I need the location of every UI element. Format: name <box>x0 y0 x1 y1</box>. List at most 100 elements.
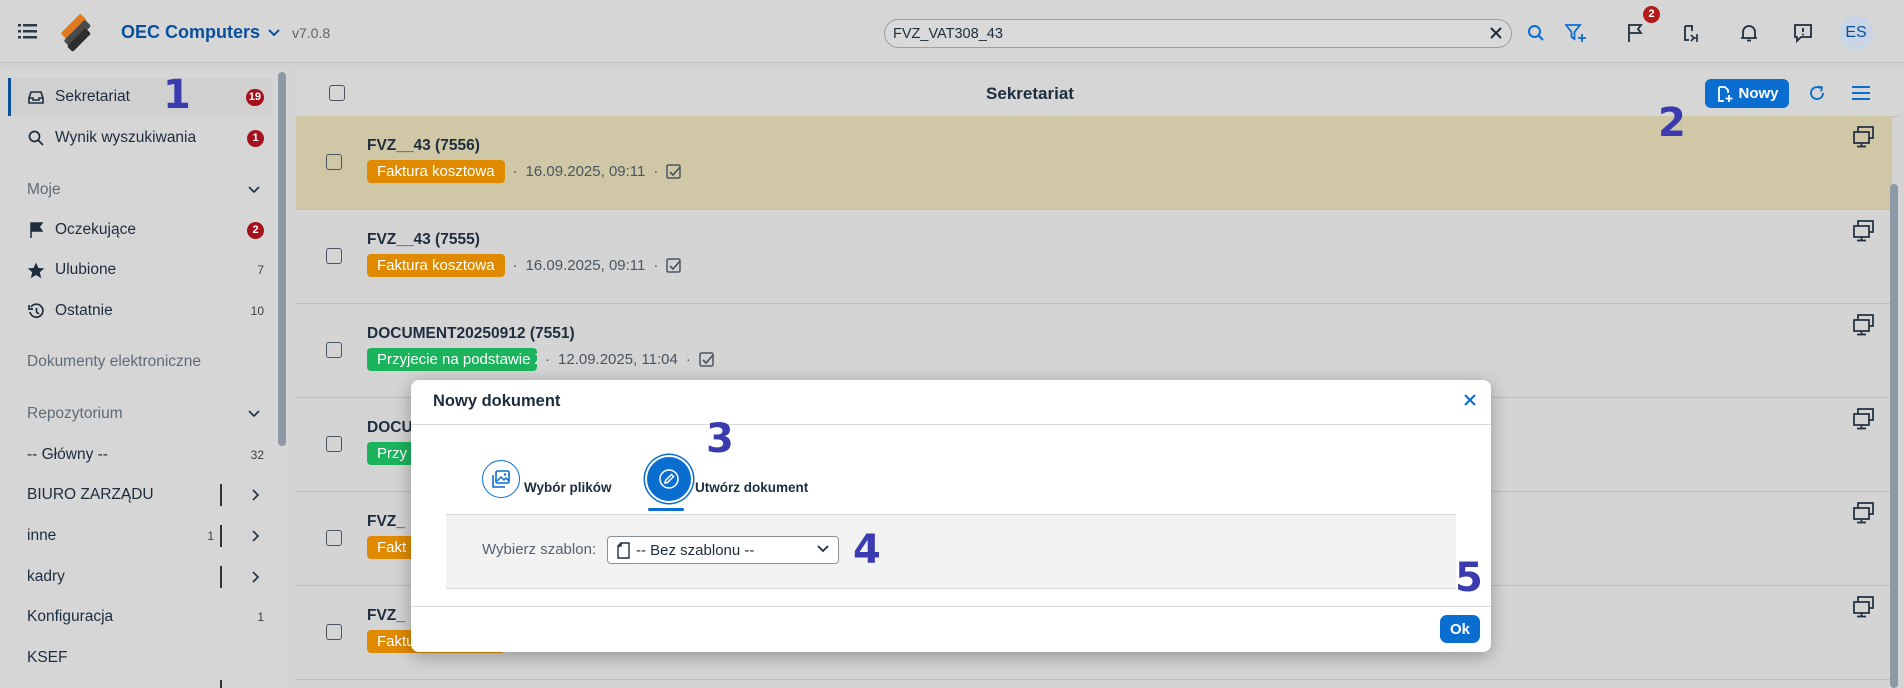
flag-icon[interactable]: 2 <box>1622 6 1660 46</box>
dialog-footer <box>411 606 1491 652</box>
monitor-icon[interactable] <box>1852 314 1876 336</box>
company-selector[interactable]: OEC Computers <box>121 22 280 43</box>
row-checkbox[interactable] <box>326 436 342 452</box>
feedback-icon[interactable] <box>1790 20 1816 46</box>
item-count: 1 <box>207 529 214 543</box>
document-title: DOCUMENT20250912 (7551) <box>367 325 575 342</box>
annotation-number-1: 1 <box>163 72 191 118</box>
dialog-title: Nowy dokument <box>433 392 561 410</box>
tab-wybor-plikow[interactable]: Wybór plików <box>482 460 612 498</box>
checklist-icon <box>666 257 682 274</box>
sidebar-item-ostatnie[interactable]: Ostatnie 10 <box>8 292 272 330</box>
row-checkbox[interactable] <box>326 530 342 546</box>
template-label: Wybierz szablon: <box>482 541 597 558</box>
document-title: DOCU <box>367 419 413 436</box>
monitor-icon[interactable] <box>1852 596 1876 618</box>
sidebar-item-wynik-wyszukiwania[interactable]: Wynik wyszukiwania 1 <box>8 119 272 157</box>
item-count: 10 <box>250 304 264 318</box>
select-all-checkbox[interactable] <box>329 85 345 101</box>
item-count: 1 <box>257 610 264 624</box>
row-checkbox[interactable] <box>326 248 342 264</box>
sidebar-item-konfiguracja[interactable]: Konfiguracja 1 <box>8 598 272 636</box>
search-icon[interactable] <box>1523 20 1549 46</box>
sidebar-item-glowny[interactable]: -- Główny -- 32 <box>8 436 272 474</box>
chevron-right-icon[interactable] <box>252 530 260 542</box>
ok-button[interactable]: Ok <box>1440 615 1480 643</box>
close-icon[interactable] <box>1463 393 1477 407</box>
separator: · <box>512 257 518 274</box>
tab-label: Utwórz dokument <box>695 479 809 495</box>
sidebar-item-biuro-zarzadu[interactable]: BIURO ZARZĄDU <box>8 476 272 514</box>
monitor-icon[interactable] <box>1852 220 1876 242</box>
item-count: 7 <box>257 263 264 277</box>
sidebar-item-label: KSEF <box>27 649 68 666</box>
monitor-icon[interactable] <box>1852 126 1876 148</box>
edit-icon <box>647 457 691 501</box>
new-document-button[interactable]: Nowy <box>1705 79 1789 108</box>
chevron-right-icon[interactable] <box>252 571 260 583</box>
chevron-down-icon <box>248 410 260 418</box>
chevron-down-icon <box>817 545 829 553</box>
sidebar-item-dokumenty-elektroniczne[interactable]: Dokumenty elektroniczne <box>8 343 272 381</box>
sidebar-item-label: Ulubione <box>55 261 117 278</box>
sidebar-group-repozytorium[interactable]: Repozytorium <box>8 395 272 433</box>
checklist-icon <box>699 351 715 368</box>
image-upload-icon <box>482 460 520 498</box>
app-logo-icon[interactable] <box>56 12 96 52</box>
document-row[interactable]: FVZ__43 (7556) Faktura kosztowa · 16.09.… <box>296 116 1892 210</box>
sidebar-item-inne[interactable]: inne 1 <box>8 517 272 555</box>
document-type-tag: Fakt <box>367 536 417 559</box>
sidebar-item-oczekujace[interactable]: Oczekujące 2 <box>8 211 272 249</box>
document-date: 16.09.2025, 09:11 <box>525 257 646 274</box>
sidebar-item-label: Wynik wyszukiwania <box>55 129 197 146</box>
menu-list-icon[interactable] <box>18 22 42 42</box>
document-row[interactable]: FVZ__43 (7555) Faktura kosztowa · 16.09.… <box>296 210 1892 304</box>
annotation-number-3: 3 <box>706 416 734 462</box>
annotation-number-5: 5 <box>1455 555 1483 601</box>
sidebar-item-label: inne <box>27 527 57 544</box>
new-button-label: Nowy <box>1738 85 1779 102</box>
sidebar-item-ksef[interactable]: KSEF <box>8 639 272 677</box>
clear-icon[interactable] <box>1489 26 1503 40</box>
separator: · <box>653 163 659 180</box>
main-scrollbar[interactable] <box>1890 184 1898 688</box>
sidebar-item-label: -- Główny -- <box>27 446 108 463</box>
hamburger-menu-icon[interactable] <box>1848 80 1874 106</box>
sidebar-item-ulubione[interactable]: Ulubione 7 <box>8 251 272 289</box>
filter-add-icon[interactable] <box>1563 20 1589 46</box>
sidebar-item-label: BIURO ZARZĄDU <box>27 486 154 503</box>
row-checkbox[interactable] <box>326 154 342 170</box>
user-avatar[interactable]: ES <box>1839 16 1873 50</box>
inbox-icon <box>25 90 47 104</box>
bell-icon[interactable] <box>1736 20 1762 46</box>
divider <box>220 680 222 688</box>
new-document-dialog: Nowy dokument Wybór plików Utwórz dokume… <box>411 380 1491 652</box>
sidebar-scrollbar[interactable] <box>278 72 286 446</box>
sidebar-item-kadry[interactable]: kadry <box>8 558 272 596</box>
process-icon[interactable] <box>1677 20 1703 46</box>
document-title: FVZ__43 (7556) <box>367 137 480 154</box>
row-checkbox[interactable] <box>326 342 342 358</box>
chevron-down-icon <box>248 186 260 194</box>
divider <box>220 566 222 588</box>
divider <box>220 484 222 506</box>
monitor-icon[interactable] <box>1852 408 1876 430</box>
search-input[interactable] <box>893 20 1473 47</box>
tab-label: Wybór plików <box>524 479 612 495</box>
document-title: FVZ__43 (7555) <box>367 231 480 248</box>
divider <box>220 525 222 547</box>
template-value: -- Bez szablonu -- <box>636 541 755 559</box>
document-type-tag: Faktura kosztowa <box>367 254 505 277</box>
sidebar-item-label: Ostatnie <box>55 302 113 319</box>
monitor-icon[interactable] <box>1852 502 1876 524</box>
refresh-icon[interactable] <box>1804 80 1830 106</box>
dialog-content <box>446 514 1456 589</box>
search-box[interactable] <box>884 19 1512 48</box>
sidebar-group-label: Moje <box>27 181 61 198</box>
chevron-right-icon[interactable] <box>252 489 260 501</box>
sidebar-group-moje[interactable]: Moje <box>8 171 272 209</box>
tab-utworz-dokument[interactable]: Utwórz dokument <box>647 457 808 501</box>
sidebar-item-sekretariat[interactable]: Sekretariat 19 <box>8 78 272 116</box>
row-checkbox[interactable] <box>326 624 342 640</box>
template-select[interactable]: -- Bez szablonu -- <box>607 536 839 564</box>
